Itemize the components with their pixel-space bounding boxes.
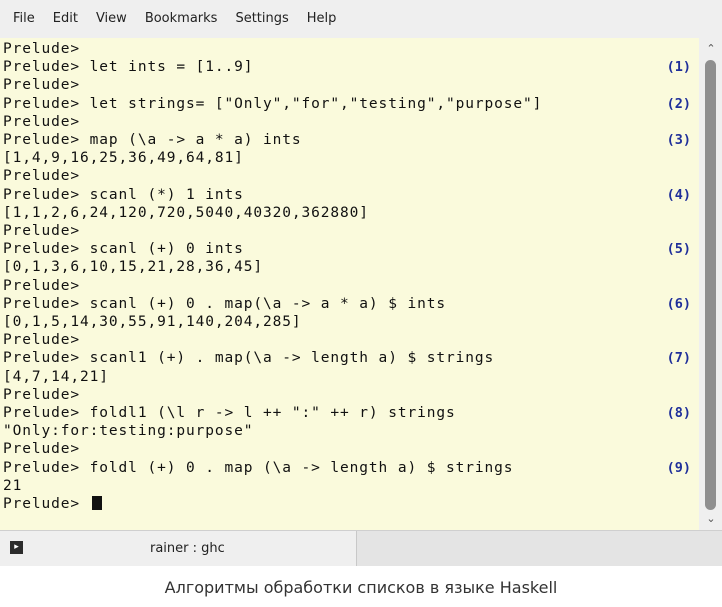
terminal-line-text: Prelude> scanl1 (+) . map(\a -> length a… xyxy=(3,350,495,367)
terminal-line: Prelude> foldl (+) 0 . map (\a -> length… xyxy=(3,459,513,477)
terminal-line: "Only:for:testing:purpose" xyxy=(3,422,253,440)
terminal-line-text: Prelude> let strings= ["Only","for","tes… xyxy=(3,95,543,112)
terminal-line: Prelude> foldl1 (\l r -> l ++ ":" ++ r) … xyxy=(3,404,456,422)
terminal-line-text: Prelude> foldl (+) 0 . map (\a -> length… xyxy=(3,459,514,476)
terminal-line: [1,4,9,16,25,36,49,64,81] xyxy=(3,149,244,167)
terminal-line-text: [0,1,3,6,10,15,21,28,36,45] xyxy=(3,259,264,276)
scroll-up-icon[interactable]: ⌃ xyxy=(704,42,718,56)
terminal-output[interactable]: Prelude> Prelude> let ints = [1..9] (1) Pre… xyxy=(0,38,699,530)
terminal-line-text: Prelude> xyxy=(3,332,81,349)
terminal-line-text: Prelude> scanl (+) 0 ints xyxy=(3,241,244,258)
terminal-line-text: Prelude> xyxy=(3,386,81,403)
scroll-thumb[interactable] xyxy=(705,60,716,510)
terminal-line-text: Prelude> xyxy=(3,113,81,130)
line-number-tag: (2) xyxy=(666,95,691,112)
terminal-line-text: [1,1,2,6,24,120,720,5040,40320,362880] xyxy=(3,204,369,221)
terminal-line: Prelude> map (\a -> a * a) ints xyxy=(3,131,302,149)
tab-ghc-session[interactable]: ▸ rainer : ghc xyxy=(0,531,357,566)
line-number-tag: (7) xyxy=(666,350,691,367)
terminal-line-text: Prelude> let ints = [1..9] xyxy=(3,59,254,76)
terminal-line-text: Prelude> xyxy=(3,41,81,57)
menu-bar: File Edit View Bookmarks Settings Help xyxy=(0,0,722,38)
terminal-line-text: [4,7,14,21] xyxy=(3,368,109,385)
terminal-line: Prelude> xyxy=(3,495,102,513)
terminal-line: Prelude> scanl (+) 0 . map(\a -> a * a) … xyxy=(3,295,446,313)
menu-file[interactable]: File xyxy=(4,0,44,38)
terminal-line-text: Prelude> scanl (*) 1 ints xyxy=(3,186,244,203)
terminal-line-text: Prelude> scanl (+) 0 . map(\a -> a * a) … xyxy=(3,295,446,312)
terminal-line: Prelude> xyxy=(3,222,80,240)
terminal-line: Prelude> scanl (+) 0 ints xyxy=(3,240,244,258)
line-number-tag: (4) xyxy=(666,186,691,203)
terminal-line: [4,7,14,21] xyxy=(3,368,109,386)
terminal-line-text: Prelude> foldl1 (\l r -> l ++ ":" ++ r) … xyxy=(3,405,456,421)
menu-bookmarks[interactable]: Bookmarks xyxy=(136,0,227,38)
terminal-line-text: Prelude> xyxy=(3,168,81,185)
terminal-line: 21 xyxy=(3,477,22,495)
terminal-line: [0,1,3,6,10,15,21,28,36,45] xyxy=(3,258,263,276)
terminal-line: Prelude> scanl (*) 1 ints xyxy=(3,186,244,204)
terminal-line: Prelude> xyxy=(3,40,80,58)
terminal-line: Prelude> xyxy=(3,386,80,404)
terminal-line-text: [0,1,5,14,30,55,91,140,204,285] xyxy=(3,314,302,330)
terminal-line: Prelude> xyxy=(3,440,80,458)
menu-help[interactable]: Help xyxy=(298,0,346,38)
terminal-line: Prelude> xyxy=(3,76,80,94)
terminal-line: Prelude> xyxy=(3,331,80,349)
terminal-line-text: [1,4,9,16,25,36,49,64,81] xyxy=(3,150,244,167)
menu-edit[interactable]: Edit xyxy=(44,0,87,38)
terminal-window: File Edit View Bookmarks Settings Help Prelud… xyxy=(0,0,722,566)
tab-label: rainer : ghc xyxy=(150,541,225,556)
terminal-line: Prelude> xyxy=(3,113,80,131)
terminal-icon: ▸ xyxy=(10,541,23,554)
terminal-line-text: Prelude> xyxy=(3,223,81,239)
line-number-tag: (1) xyxy=(666,59,691,76)
tab-bar: ▸ rainer : ghc xyxy=(0,530,722,566)
terminal-line: Prelude> scanl1 (+) . map(\a -> length a… xyxy=(3,349,494,367)
text-cursor xyxy=(91,496,102,510)
line-number-tag: (6) xyxy=(666,295,691,312)
line-number-tag: (3) xyxy=(666,132,691,148)
line-number-tag: (8) xyxy=(666,405,691,421)
terminal-line: Prelude> xyxy=(3,167,80,185)
terminal-line: [1,1,2,6,24,120,720,5040,40320,362880] xyxy=(3,204,369,222)
line-number-tag: (5) xyxy=(666,241,691,258)
menu-view[interactable]: View xyxy=(87,0,136,38)
terminal-line: [0,1,5,14,30,55,91,140,204,285] xyxy=(3,313,302,331)
terminal-line-text: 21 xyxy=(3,477,23,494)
figure-caption: Алгоритмы обработки списков в языке Hask… xyxy=(164,578,558,597)
menu-settings[interactable]: Settings xyxy=(226,0,297,38)
terminal-line-text: Prelude> xyxy=(3,496,90,512)
terminal-line: Prelude> let ints = [1..9] xyxy=(3,58,253,76)
line-number-tag: (9) xyxy=(666,459,691,476)
terminal-line-text: Prelude> xyxy=(3,277,81,294)
terminal-line-text: "Only:for:testing:purpose" xyxy=(3,423,254,440)
terminal-line-text: Prelude> xyxy=(3,77,81,94)
terminal-line: Prelude> let strings= ["Only","for","tes… xyxy=(3,95,542,113)
terminal-line: Prelude> xyxy=(3,277,80,295)
vertical-scrollbar[interactable]: ⌃ ⌄ xyxy=(699,38,722,530)
terminal-line-text: Prelude> map (\a -> a * a) ints xyxy=(3,132,302,148)
scroll-down-icon[interactable]: ⌄ xyxy=(704,512,718,526)
terminal-line-text: Prelude> xyxy=(3,441,81,458)
